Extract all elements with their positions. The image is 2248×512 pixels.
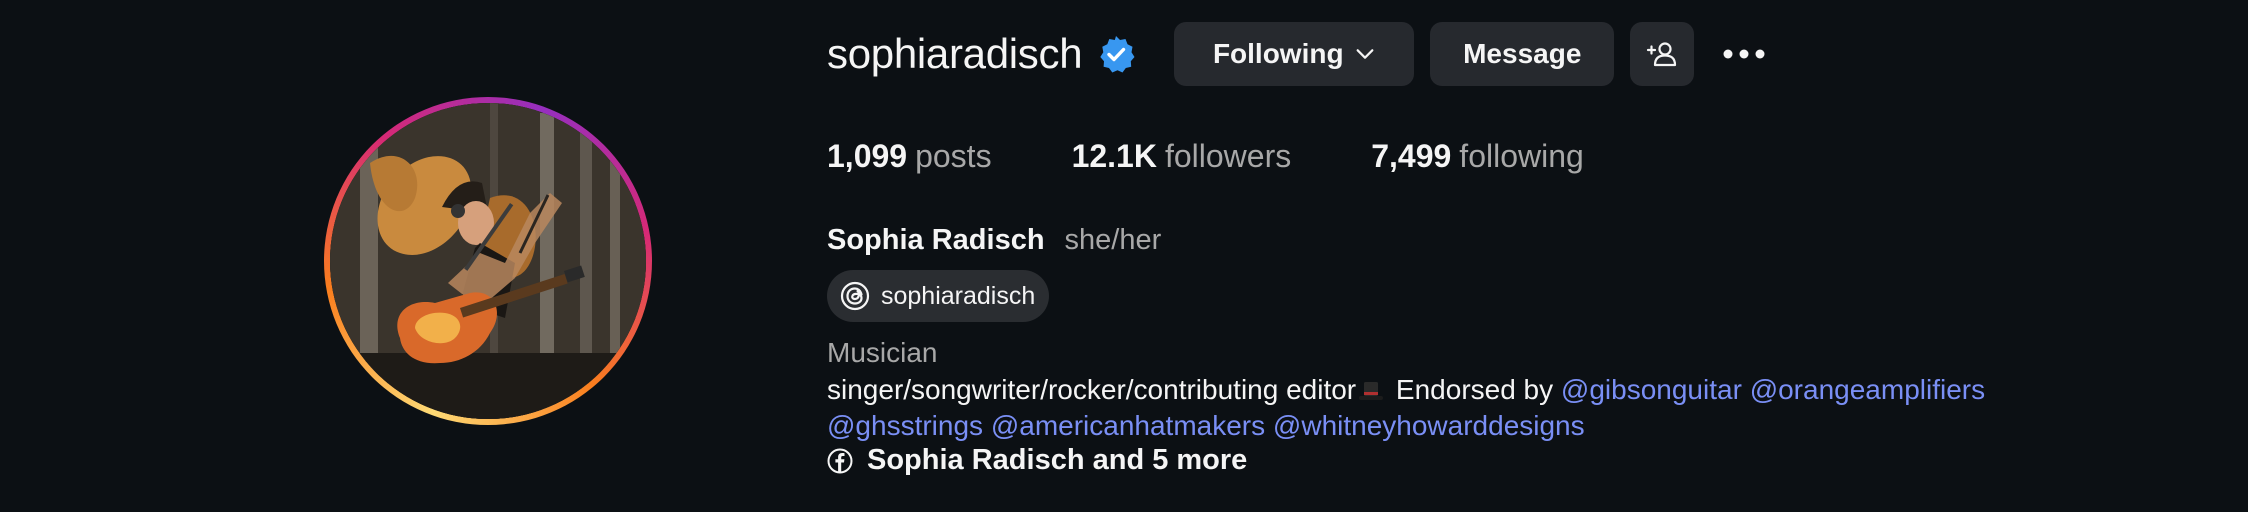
pronouns: she/her [1064, 224, 1162, 256]
verified-badge-icon [1100, 36, 1135, 73]
following-count: 7,499 [1371, 138, 1452, 174]
full-name: Sophia Radisch [827, 224, 1045, 256]
mention-link[interactable]: @whitneyhowarddesigns [1273, 410, 1585, 441]
profile-bio: singer/songwriter/rocker/contributing ed… [827, 372, 2187, 444]
avatar[interactable] [330, 103, 646, 419]
chevron-down-icon [1356, 49, 1374, 59]
avatar-photo [330, 103, 646, 419]
profile-category: Musician [827, 337, 938, 368]
top-hat-icon [1359, 382, 1384, 400]
profile-stats: 1,099 posts 12.1K followers 7,499 following [827, 138, 1664, 175]
profile-username[interactable]: sophiaradisch [827, 30, 1083, 78]
more-options-icon [1723, 49, 1765, 59]
following-stat[interactable]: 7,499 following [1371, 138, 1584, 175]
suggested-accounts-button[interactable] [1630, 22, 1695, 86]
add-user-icon [1647, 42, 1677, 67]
message-button[interactable]: Message [1430, 22, 1615, 86]
bio-text: singer/songwriter/rocker/contributing ed… [827, 374, 1357, 405]
followers-stat[interactable]: 12.1K followers [1072, 138, 1292, 175]
following-button[interactable]: Following [1174, 22, 1415, 86]
profile-avatar-ring[interactable] [324, 97, 652, 425]
linked-accounts-text: Sophia Radisch and 5 more [867, 444, 1248, 476]
following-label: following [1459, 138, 1584, 174]
message-button-label: Message [1463, 38, 1582, 69]
threads-handle: sophiaradisch [881, 281, 1036, 310]
threads-icon [840, 281, 870, 311]
more-options-button[interactable] [1722, 22, 1766, 86]
followers-label: followers [1164, 138, 1292, 174]
profile-top-row: sophiaradisch Following Message [827, 22, 1766, 86]
linked-accounts-link[interactable]: Sophia Radisch and 5 more [827, 444, 1247, 477]
following-button-label: Following [1212, 38, 1344, 69]
profile-header: sophiaradisch Following Message 1,099 po… [827, 0, 2227, 512]
mention-link[interactable]: @ghsstrings [827, 410, 983, 441]
followers-count: 12.1K [1071, 138, 1157, 174]
threads-link[interactable]: sophiaradisch [827, 270, 1050, 322]
posts-stat: 1,099 posts [827, 138, 992, 175]
mention-link[interactable]: @orangeamplifiers [1750, 374, 1985, 405]
profile-name-row: Sophia Radisch she/her [827, 224, 1161, 257]
posts-label: posts [915, 138, 992, 174]
mention-link[interactable]: @americanhatmakers [991, 410, 1265, 441]
posts-count: 1,099 [827, 138, 908, 174]
mention-link[interactable]: @gibsonguitar [1561, 374, 1742, 405]
bio-endorsed-text: Endorsed by [1388, 374, 1561, 405]
facebook-icon [827, 448, 853, 473]
